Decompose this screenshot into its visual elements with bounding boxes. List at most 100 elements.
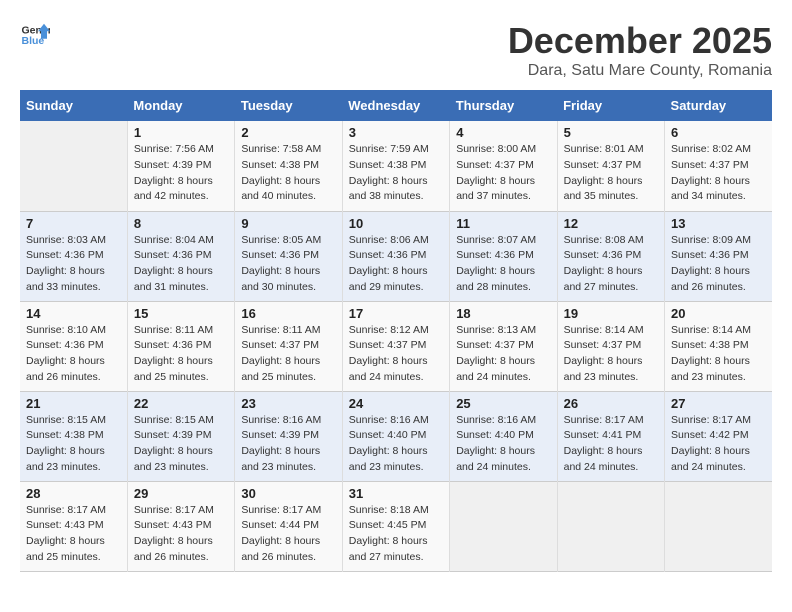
day-info: Sunrise: 8:02 AM Sunset: 4:37 PM Dayligh… xyxy=(671,142,766,205)
calendar-week-row: 7 Sunrise: 8:03 AM Sunset: 4:36 PM Daylig… xyxy=(20,211,772,301)
title-section: December 2025 Dara, Satu Mare County, Ro… xyxy=(508,20,772,80)
day-number: 2 xyxy=(241,125,335,140)
day-info: Sunrise: 8:14 AM Sunset: 4:38 PM Dayligh… xyxy=(671,323,766,386)
calendar-cell: 7 Sunrise: 8:03 AM Sunset: 4:36 PM Daylig… xyxy=(20,211,127,301)
logo: General Blue xyxy=(20,20,50,50)
weekday-header-friday: Friday xyxy=(557,90,664,121)
day-number: 5 xyxy=(564,125,658,140)
day-info: Sunrise: 8:18 AM Sunset: 4:45 PM Dayligh… xyxy=(349,503,443,566)
day-number: 4 xyxy=(456,125,550,140)
weekday-header-tuesday: Tuesday xyxy=(235,90,342,121)
day-info: Sunrise: 8:08 AM Sunset: 4:36 PM Dayligh… xyxy=(564,233,658,296)
calendar-cell: 29 Sunrise: 8:17 AM Sunset: 4:43 PM Dayli… xyxy=(127,481,234,571)
day-number: 26 xyxy=(564,396,658,411)
day-number: 28 xyxy=(26,486,121,501)
day-number: 20 xyxy=(671,306,766,321)
day-info: Sunrise: 8:04 AM Sunset: 4:36 PM Dayligh… xyxy=(134,233,228,296)
day-info: Sunrise: 8:17 AM Sunset: 4:43 PM Dayligh… xyxy=(26,503,121,566)
day-number: 19 xyxy=(564,306,658,321)
calendar-cell: 23 Sunrise: 8:16 AM Sunset: 4:39 PM Dayli… xyxy=(235,391,342,481)
day-number: 1 xyxy=(134,125,228,140)
day-number: 3 xyxy=(349,125,443,140)
calendar-cell: 2 Sunrise: 7:58 AM Sunset: 4:38 PM Daylig… xyxy=(235,121,342,211)
calendar-cell: 24 Sunrise: 8:16 AM Sunset: 4:40 PM Dayli… xyxy=(342,391,449,481)
day-number: 13 xyxy=(671,216,766,231)
day-info: Sunrise: 8:10 AM Sunset: 4:36 PM Dayligh… xyxy=(26,323,121,386)
day-info: Sunrise: 8:16 AM Sunset: 4:40 PM Dayligh… xyxy=(349,413,443,476)
day-info: Sunrise: 7:58 AM Sunset: 4:38 PM Dayligh… xyxy=(241,142,335,205)
calendar-cell: 6 Sunrise: 8:02 AM Sunset: 4:37 PM Daylig… xyxy=(665,121,772,211)
calendar-cell: 26Sunrise: 8:17 AM Sunset: 4:41 PM Dayli… xyxy=(557,391,664,481)
day-info: Sunrise: 8:15 AM Sunset: 4:38 PM Dayligh… xyxy=(26,413,121,476)
calendar-cell xyxy=(665,481,772,571)
day-number: 25 xyxy=(456,396,550,411)
calendar-cell: 12 Sunrise: 8:08 AM Sunset: 4:36 PM Dayli… xyxy=(557,211,664,301)
day-info: Sunrise: 8:17 AM Sunset: 4:44 PM Dayligh… xyxy=(241,503,335,566)
calendar-cell: 13Sunrise: 8:09 AM Sunset: 4:36 PM Dayli… xyxy=(665,211,772,301)
day-number: 11 xyxy=(456,216,550,231)
day-number: 27 xyxy=(671,396,766,411)
weekday-header-saturday: Saturday xyxy=(665,90,772,121)
day-number: 6 xyxy=(671,125,766,140)
day-number: 23 xyxy=(241,396,335,411)
day-info: Sunrise: 7:59 AM Sunset: 4:38 PM Dayligh… xyxy=(349,142,443,205)
calendar-cell: 19 Sunrise: 8:14 AM Sunset: 4:37 PM Dayli… xyxy=(557,301,664,391)
day-number: 17 xyxy=(349,306,443,321)
day-info: Sunrise: 8:17 AM Sunset: 4:43 PM Dayligh… xyxy=(134,503,228,566)
day-info: Sunrise: 8:12 AM Sunset: 4:37 PM Dayligh… xyxy=(349,323,443,386)
day-number: 8 xyxy=(134,216,228,231)
weekday-header-monday: Monday xyxy=(127,90,234,121)
day-info: Sunrise: 8:11 AM Sunset: 4:36 PM Dayligh… xyxy=(134,323,228,386)
calendar-cell: 16Sunrise: 8:11 AM Sunset: 4:37 PM Dayli… xyxy=(235,301,342,391)
day-number: 30 xyxy=(241,486,335,501)
calendar-cell xyxy=(557,481,664,571)
calendar-cell: 10 Sunrise: 8:06 AM Sunset: 4:36 PM Dayli… xyxy=(342,211,449,301)
calendar-cell: 25 Sunrise: 8:16 AM Sunset: 4:40 PM Dayli… xyxy=(450,391,557,481)
calendar-cell: 31 Sunrise: 8:18 AM Sunset: 4:45 PM Dayli… xyxy=(342,481,449,571)
calendar-cell: 21 Sunrise: 8:15 AM Sunset: 4:38 PM Dayli… xyxy=(20,391,127,481)
day-info: Sunrise: 8:14 AM Sunset: 4:37 PM Dayligh… xyxy=(564,323,658,386)
calendar-cell: 8 Sunrise: 8:04 AM Sunset: 4:36 PM Daylig… xyxy=(127,211,234,301)
calendar-cell xyxy=(450,481,557,571)
day-info: Sunrise: 8:15 AM Sunset: 4:39 PM Dayligh… xyxy=(134,413,228,476)
logo-icon: General Blue xyxy=(20,20,50,50)
day-number: 10 xyxy=(349,216,443,231)
weekday-header-row: SundayMondayTuesdayWednesdayThursdayFrid… xyxy=(20,90,772,121)
calendar-cell: 5 Sunrise: 8:01 AM Sunset: 4:37 PM Daylig… xyxy=(557,121,664,211)
month-title: December 2025 xyxy=(508,20,772,62)
calendar-cell: 17 Sunrise: 8:12 AM Sunset: 4:37 PM Dayli… xyxy=(342,301,449,391)
day-info: Sunrise: 8:01 AM Sunset: 4:37 PM Dayligh… xyxy=(564,142,658,205)
calendar-week-row: 14Sunrise: 8:10 AM Sunset: 4:36 PM Dayli… xyxy=(20,301,772,391)
calendar-week-row: 1Sunrise: 7:56 AM Sunset: 4:39 PM Daylig… xyxy=(20,121,772,211)
day-number: 12 xyxy=(564,216,658,231)
calendar-cell xyxy=(20,121,127,211)
day-info: Sunrise: 8:16 AM Sunset: 4:39 PM Dayligh… xyxy=(241,413,335,476)
day-number: 18 xyxy=(456,306,550,321)
day-info: Sunrise: 8:16 AM Sunset: 4:40 PM Dayligh… xyxy=(456,413,550,476)
day-info: Sunrise: 8:00 AM Sunset: 4:37 PM Dayligh… xyxy=(456,142,550,205)
calendar-cell: 28 Sunrise: 8:17 AM Sunset: 4:43 PM Dayli… xyxy=(20,481,127,571)
weekday-header-sunday: Sunday xyxy=(20,90,127,121)
calendar-table: SundayMondayTuesdayWednesdayThursdayFrid… xyxy=(20,90,772,572)
calendar-cell: 1Sunrise: 7:56 AM Sunset: 4:39 PM Daylig… xyxy=(127,121,234,211)
day-number: 29 xyxy=(134,486,228,501)
calendar-cell: 18 Sunrise: 8:13 AM Sunset: 4:37 PM Dayli… xyxy=(450,301,557,391)
calendar-week-row: 28 Sunrise: 8:17 AM Sunset: 4:43 PM Dayli… xyxy=(20,481,772,571)
day-info: Sunrise: 8:06 AM Sunset: 4:36 PM Dayligh… xyxy=(349,233,443,296)
day-number: 15 xyxy=(134,306,228,321)
day-info: Sunrise: 8:17 AM Sunset: 4:42 PM Dayligh… xyxy=(671,413,766,476)
svg-text:Blue: Blue xyxy=(22,35,45,47)
day-info: Sunrise: 8:07 AM Sunset: 4:36 PM Dayligh… xyxy=(456,233,550,296)
day-info: Sunrise: 8:03 AM Sunset: 4:36 PM Dayligh… xyxy=(26,233,121,296)
calendar-cell: 9Sunrise: 8:05 AM Sunset: 4:36 PM Daylig… xyxy=(235,211,342,301)
calendar-cell: 11 Sunrise: 8:07 AM Sunset: 4:36 PM Dayli… xyxy=(450,211,557,301)
day-info: Sunrise: 8:13 AM Sunset: 4:37 PM Dayligh… xyxy=(456,323,550,386)
day-number: 24 xyxy=(349,396,443,411)
day-number: 7 xyxy=(26,216,121,231)
calendar-cell: 4 Sunrise: 8:00 AM Sunset: 4:37 PM Daylig… xyxy=(450,121,557,211)
day-number: 31 xyxy=(349,486,443,501)
day-number: 16 xyxy=(241,306,335,321)
day-number: 22 xyxy=(134,396,228,411)
weekday-header-thursday: Thursday xyxy=(450,90,557,121)
day-number: 21 xyxy=(26,396,121,411)
